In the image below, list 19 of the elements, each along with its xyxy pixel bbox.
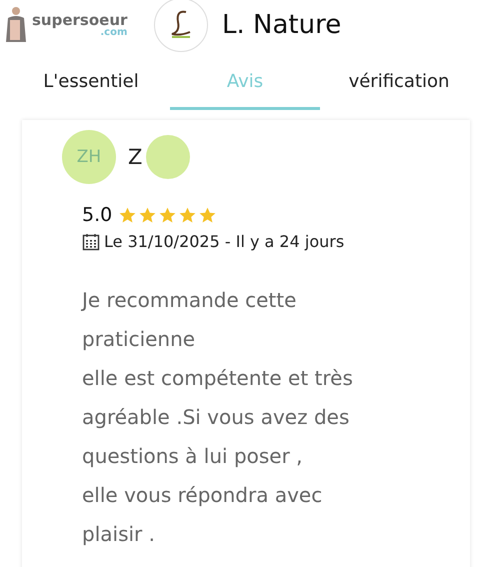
site-logo[interactable]: supersoeur .com: [4, 6, 140, 44]
review-text: Je recommande cette praticienne elle est compétente et très agréable .Si vous avez des questions à lui poser , elle vous répondra avec plaisir .: [82, 287, 354, 548]
rating-value: 5.0: [82, 204, 112, 226]
person-icon: [4, 6, 28, 44]
reviewer-name: Z: [128, 145, 142, 169]
star-icon: [158, 206, 178, 224]
star-icon: [118, 206, 138, 224]
page-title: L. Nature: [222, 10, 342, 40]
calendar-icon: [82, 232, 100, 250]
review-date: Le 31/10/2025 - Il y a 24 jours: [104, 232, 344, 251]
tab[interactable]: L'essentiel: [16, 50, 166, 110]
brand-domain: .com: [100, 28, 128, 38]
tab[interactable]: vérification: [324, 50, 474, 110]
star-icon: [198, 206, 218, 224]
brand-name: supersoeur: [32, 12, 128, 28]
star-icon: [138, 206, 158, 224]
initials-avatar: ZH: [62, 130, 116, 184]
redaction-mark: [146, 135, 190, 179]
star-icon: [178, 206, 198, 224]
